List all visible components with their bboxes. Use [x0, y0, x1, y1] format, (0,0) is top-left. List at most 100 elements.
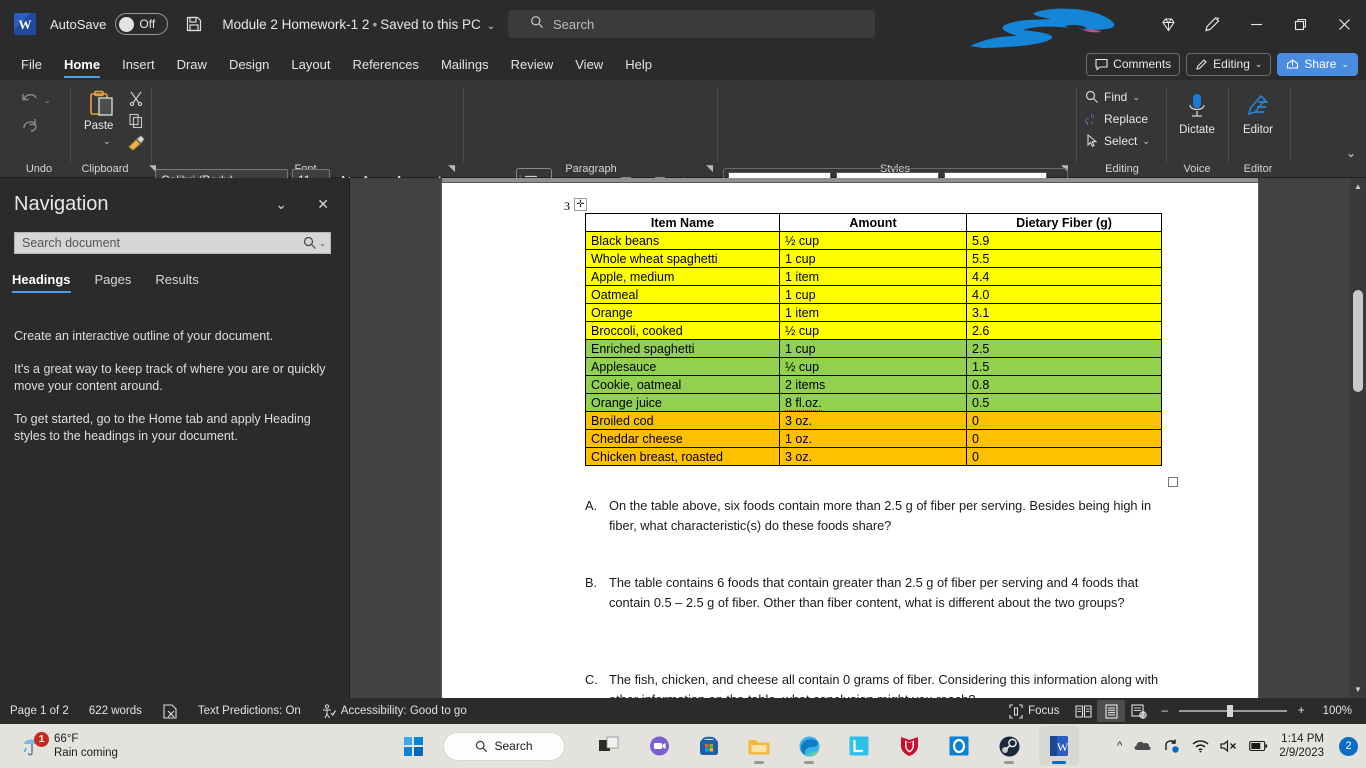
format-painter-button[interactable] — [127, 135, 145, 156]
microsoft-edge-button[interactable] — [789, 726, 829, 766]
lastpass-button[interactable] — [839, 726, 879, 766]
editor-button[interactable] — [1246, 93, 1272, 124]
paste-button[interactable] — [86, 89, 116, 124]
question-c[interactable]: C. The fish, chicken, and cheese all con… — [585, 670, 1165, 698]
outlook-button[interactable] — [939, 726, 979, 766]
proofing-icon[interactable] — [152, 698, 188, 724]
steam-button[interactable] — [989, 726, 1029, 766]
group-label-editor: Editor — [1230, 163, 1286, 175]
tab-view[interactable]: View — [564, 49, 614, 79]
nav-tab-pages[interactable]: Pages — [95, 272, 132, 293]
chat-button[interactable] — [639, 726, 679, 766]
chevron-down-icon[interactable]: ⌄ — [44, 96, 51, 105]
close-button[interactable] — [1322, 0, 1366, 48]
find-button[interactable]: Find ⌄ — [1085, 90, 1140, 104]
search-box[interactable]: Search — [508, 10, 875, 38]
taskbar-search[interactable]: Search — [443, 732, 565, 761]
scroll-up-button[interactable]: ▲ — [1350, 178, 1366, 195]
tab-draw[interactable]: Draw — [166, 49, 218, 79]
zoom-slider[interactable] — [1179, 710, 1287, 712]
redo-button[interactable] — [20, 116, 42, 136]
ribbon-collapse-button[interactable]: ⌄ — [1346, 146, 1356, 160]
navigation-search-icon[interactable]: ⌄ — [303, 236, 326, 250]
chevron-down-icon[interactable]: ⌄ — [487, 21, 495, 32]
chevron-down-icon: ⌄ — [1341, 59, 1349, 70]
dictate-button[interactable] — [1185, 92, 1209, 125]
cell-amount: 3 oz. — [780, 412, 967, 430]
onedrive-icon[interactable] — [1133, 739, 1152, 753]
page-indicator[interactable]: Page 1 of 2 — [0, 698, 79, 724]
dietary-fiber-table[interactable]: Item Name Amount Dietary Fiber (g) Black… — [585, 213, 1162, 466]
diamond-icon[interactable] — [1146, 0, 1190, 48]
zoom-out-button[interactable]: – — [1153, 698, 1169, 724]
pen-icon[interactable] — [1190, 0, 1234, 48]
chevron-down-icon[interactable]: ⌄ — [1142, 136, 1150, 147]
minimize-button[interactable] — [1234, 0, 1278, 48]
read-mode-button[interactable] — [1069, 700, 1097, 722]
microsoft-word-button[interactable]: W — [1039, 726, 1079, 766]
table-resize-handle[interactable] — [1168, 477, 1178, 487]
weather-widget[interactable]: 1 66°F Rain coming — [20, 732, 118, 760]
zoom-slider-thumb[interactable] — [1227, 705, 1233, 717]
taskbar-clock[interactable]: 1:14 PM 2/9/2023 — [1279, 732, 1324, 760]
question-a[interactable]: A. On the table above, six foods contain… — [585, 496, 1165, 536]
navigation-collapse-icon[interactable]: ⌄ — [275, 196, 287, 213]
editing-mode-button[interactable]: Editing ⌄ — [1186, 53, 1271, 76]
mcafee-button[interactable] — [889, 726, 929, 766]
focus-mode-button[interactable]: Focus — [999, 698, 1069, 724]
ribbon-group-font: Font ◥ — [153, 80, 458, 178]
tray-expand-chevron-icon[interactable]: ^ — [1117, 740, 1122, 752]
zoom-in-button[interactable]: + — [1296, 698, 1313, 724]
tab-help[interactable]: Help — [614, 49, 663, 79]
zoom-level[interactable]: 100% — [1313, 698, 1366, 724]
replace-button[interactable]: çbc Replace — [1085, 112, 1148, 126]
document-page[interactable]: 3 ✛ Item Name Amount Dietary Fiber (g) B… — [442, 183, 1258, 698]
document-title[interactable]: Module 2 Homework-1 2•Saved to this PC⌄ — [222, 17, 495, 32]
accessibility-status[interactable]: Accessibility: Good to go — [311, 698, 477, 724]
file-explorer-button[interactable] — [739, 726, 779, 766]
navigation-close-icon[interactable]: ✕ — [317, 196, 329, 213]
wifi-icon[interactable] — [1192, 739, 1209, 753]
word-count[interactable]: 622 words — [79, 698, 152, 724]
tab-layout[interactable]: Layout — [280, 49, 341, 79]
paste-dropdown-chevron-icon[interactable]: ⌄ — [103, 136, 111, 147]
cut-button[interactable] — [128, 90, 144, 111]
nav-tab-headings[interactable]: Headings — [12, 272, 71, 293]
volume-muted-icon[interactable] — [1220, 739, 1238, 753]
document-vertical-scrollbar[interactable]: ▲ ▼ — [1350, 178, 1366, 698]
nav-tab-results[interactable]: Results — [155, 272, 198, 293]
tab-references[interactable]: References — [341, 49, 429, 79]
tab-file[interactable]: File — [10, 49, 53, 79]
comments-button[interactable]: Comments — [1086, 53, 1180, 76]
scroll-down-button[interactable]: ▼ — [1350, 681, 1366, 698]
scroll-thumb[interactable] — [1353, 290, 1363, 392]
select-button[interactable]: Select ⌄ — [1085, 134, 1150, 148]
tab-mailings[interactable]: Mailings — [430, 49, 500, 79]
sync-icon[interactable] — [1163, 738, 1181, 754]
tab-insert[interactable]: Insert — [111, 49, 166, 79]
tab-review[interactable]: Review — [500, 49, 565, 79]
print-layout-button[interactable] — [1097, 700, 1125, 722]
chevron-down-icon[interactable]: ⌄ — [319, 239, 326, 248]
running-indicator — [754, 761, 764, 764]
battery-icon[interactable] — [1249, 740, 1268, 752]
chevron-down-icon[interactable]: ⌄ — [1132, 92, 1140, 103]
text-predictions-status[interactable]: Text Predictions: On — [188, 698, 311, 724]
question-b[interactable]: B. The table contains 6 foods that conta… — [585, 573, 1165, 613]
web-layout-button[interactable] — [1125, 700, 1153, 722]
document-canvas[interactable]: 3 ✛ Item Name Amount Dietary Fiber (g) B… — [350, 178, 1366, 698]
save-icon[interactable] — [184, 14, 204, 34]
start-button[interactable] — [393, 726, 433, 766]
microsoft-store-button[interactable] — [689, 726, 729, 766]
navigation-search-input[interactable]: Search document ⌄ — [14, 232, 331, 254]
notification-badge[interactable]: 2 — [1339, 737, 1358, 756]
copy-button[interactable] — [128, 113, 144, 134]
table-move-handle[interactable]: ✛ — [574, 198, 587, 211]
undo-button[interactable]: ⌄ — [20, 90, 51, 110]
maximize-restore-button[interactable] — [1278, 0, 1322, 48]
tab-design[interactable]: Design — [218, 49, 280, 79]
tab-home[interactable]: Home — [53, 49, 111, 79]
share-button[interactable]: Share ⌄ — [1277, 53, 1358, 76]
autosave-toggle[interactable]: Off — [115, 13, 168, 35]
task-view-button[interactable] — [589, 726, 629, 766]
